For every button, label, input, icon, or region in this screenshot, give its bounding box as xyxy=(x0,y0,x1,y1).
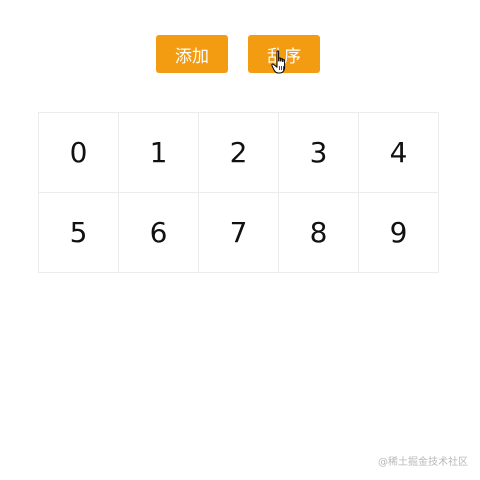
grid-cell: 7 xyxy=(198,192,279,273)
watermark: @稀土掘金技术社区 xyxy=(378,457,468,468)
grid-cell: 3 xyxy=(278,112,359,193)
grid-cell: 9 xyxy=(358,192,439,273)
number-grid: 0 1 2 3 4 5 6 7 8 9 xyxy=(38,112,439,273)
add-button[interactable]: 添加 xyxy=(156,35,228,73)
grid-cell: 8 xyxy=(278,192,359,273)
grid-cell: 0 xyxy=(38,112,119,193)
shuffle-button[interactable]: 乱序 xyxy=(248,35,320,73)
grid-cell: 2 xyxy=(198,112,279,193)
grid-cell: 5 xyxy=(38,192,119,273)
grid-cell: 4 xyxy=(358,112,439,193)
page: 添加 乱序 0 1 2 3 4 5 6 7 8 9 @稀土掘金技术社区 xyxy=(0,0,480,480)
grid-cell: 6 xyxy=(118,192,199,273)
grid-cell: 1 xyxy=(118,112,199,193)
